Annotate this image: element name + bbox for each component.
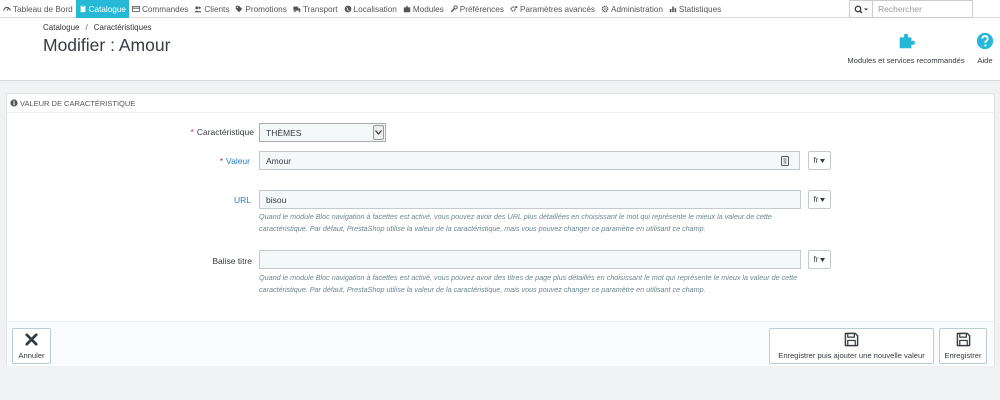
tab-label: Commandes bbox=[141, 4, 189, 14]
recommended-modules-label: Modules et services recommandés bbox=[847, 56, 965, 65]
value-label: * Valeur bbox=[90, 156, 250, 166]
search-button[interactable] bbox=[849, 0, 873, 18]
save-and-add-button[interactable]: Enregistrer puis ajouter une nouvelle va… bbox=[769, 328, 934, 364]
question-circle-icon bbox=[976, 32, 994, 50]
feature-label-text: Caractéristique bbox=[196, 127, 254, 137]
tab-label: Localisation bbox=[353, 4, 397, 14]
help-label: Aide bbox=[977, 56, 993, 65]
tag-icon bbox=[235, 5, 243, 13]
panel-heading-text: VALEUR DE CARACTÉRISTIQUE bbox=[20, 98, 136, 108]
url-language-dropdown[interactable]: fr bbox=[808, 190, 831, 209]
speedometer-icon bbox=[3, 5, 11, 13]
title-tag-label-text: Balise titre bbox=[212, 256, 252, 266]
url-input[interactable] bbox=[259, 190, 801, 209]
chevron-down-icon bbox=[375, 130, 382, 135]
language-code: fr bbox=[813, 156, 819, 165]
value-language-dropdown[interactable]: fr bbox=[808, 151, 831, 170]
app-root: Tableau de Bord Catalogue Commandes Clie… bbox=[0, 0, 1000, 400]
required-mark: * bbox=[190, 127, 194, 137]
cancel-button[interactable]: Annuler bbox=[12, 328, 51, 364]
tab-label: Transport bbox=[302, 4, 338, 14]
translation-icon[interactable] bbox=[780, 156, 790, 166]
caret-down-icon bbox=[820, 158, 826, 163]
value-input[interactable] bbox=[259, 151, 800, 170]
caret-down-icon bbox=[820, 257, 826, 262]
tab-label: Catalogue bbox=[88, 4, 126, 14]
tab-clients[interactable]: Clients bbox=[191, 0, 232, 18]
breadcrumb-separator: / bbox=[85, 23, 88, 32]
tab-label: Clients bbox=[204, 4, 230, 14]
tab-label: Tableau de Bord bbox=[13, 4, 73, 14]
info-icon bbox=[10, 99, 18, 107]
value-label-text: Valeur bbox=[226, 156, 250, 166]
save-button[interactable]: Enregistrer bbox=[939, 328, 987, 364]
truck-icon bbox=[293, 5, 301, 13]
puzzle-icon bbox=[403, 5, 411, 13]
globe-icon bbox=[344, 5, 352, 13]
tab-tableau-de-bord[interactable]: Tableau de Bord bbox=[0, 0, 76, 18]
tab-catalogue[interactable]: Catalogue bbox=[75, 0, 129, 18]
tab-label: Promotions bbox=[245, 4, 287, 14]
tab-statistiques[interactable]: Statistiques bbox=[666, 0, 724, 18]
nav-tabs: Tableau de Bord Catalogue Commandes Clie… bbox=[0, 0, 724, 18]
save-icon bbox=[844, 332, 859, 347]
tab-transport[interactable]: Transport bbox=[290, 0, 341, 18]
save-and-add-label: Enregistrer puis ajouter une nouvelle va… bbox=[778, 351, 925, 360]
tab-parametres-avances[interactable]: Paramètres avancés bbox=[507, 0, 598, 18]
tab-commandes[interactable]: Commandes bbox=[129, 0, 191, 18]
users-icon bbox=[194, 5, 202, 13]
wrench-icon bbox=[450, 5, 458, 13]
close-icon bbox=[25, 333, 38, 346]
feature-value-panel: VALEUR DE CARACTÉRISTIQUE * Caractéristiq… bbox=[6, 93, 995, 366]
recommended-modules-button[interactable]: Modules et services recommandés bbox=[843, 32, 969, 65]
tab-label: Administration bbox=[611, 4, 663, 14]
tab-modules[interactable]: Modules bbox=[400, 0, 447, 18]
save-icon bbox=[956, 332, 970, 347]
language-code: fr bbox=[813, 195, 819, 204]
credit-card-icon bbox=[131, 5, 140, 13]
tab-label: Préférences bbox=[459, 4, 504, 14]
title-tag-input[interactable] bbox=[259, 250, 801, 269]
page-header: Catalogue / Caractéristiques Modifier : … bbox=[0, 18, 1000, 81]
language-code: fr bbox=[813, 255, 819, 264]
tab-label: Modules bbox=[412, 4, 444, 14]
panel-heading: VALEUR DE CARACTÉRISTIQUE bbox=[7, 94, 994, 113]
cogs-icon bbox=[510, 5, 518, 13]
tab-label: Statistiques bbox=[678, 4, 722, 14]
search-input[interactable] bbox=[873, 0, 973, 18]
feature-select-value: THÈMES bbox=[266, 127, 302, 138]
page-title: Modifier : Amour bbox=[43, 35, 171, 55]
feature-select[interactable]: THÈMES bbox=[259, 123, 386, 142]
tab-administration[interactable]: Administration bbox=[598, 0, 666, 18]
title-tag-language-dropdown[interactable]: fr bbox=[808, 250, 831, 269]
search-icon bbox=[854, 5, 868, 13]
bar-chart-icon bbox=[669, 5, 677, 13]
tab-promotions[interactable]: Promotions bbox=[232, 0, 289, 18]
tab-localisation[interactable]: Localisation bbox=[341, 0, 400, 18]
puzzle-icon bbox=[899, 33, 915, 49]
url-label: URL bbox=[91, 195, 251, 205]
breadcrumb-item-catalogue[interactable]: Catalogue bbox=[43, 23, 79, 32]
tab-preferences[interactable]: Préférences bbox=[447, 0, 507, 18]
save-label: Enregistrer bbox=[944, 351, 982, 360]
feature-label: * Caractéristique bbox=[94, 127, 254, 137]
top-navigation: Tableau de Bord Catalogue Commandes Clie… bbox=[0, 0, 1000, 18]
help-button[interactable]: Aide bbox=[974, 32, 996, 65]
required-mark: * bbox=[219, 156, 224, 166]
breadcrumb: Catalogue / Caractéristiques bbox=[43, 23, 152, 32]
url-help-text: Quand le module Bloc navigation à facett… bbox=[259, 212, 772, 233]
title-tag-label: Balise titre bbox=[92, 256, 252, 266]
url-label-text: URL bbox=[233, 195, 251, 205]
breadcrumb-item-caracteristiques[interactable]: Caractéristiques bbox=[94, 23, 152, 32]
title-tag-help-text: Quand le module Bloc navigation à facett… bbox=[259, 273, 798, 294]
book-icon bbox=[79, 5, 87, 13]
gear-icon bbox=[601, 5, 609, 13]
panel-footer: Annuler Enregistrer puis ajouter une nou… bbox=[7, 321, 994, 366]
caret-down-icon bbox=[820, 197, 826, 202]
cancel-label: Annuler bbox=[18, 351, 45, 360]
tab-label: Paramètres avancés bbox=[519, 4, 596, 14]
dropdown-arrow bbox=[373, 125, 384, 140]
